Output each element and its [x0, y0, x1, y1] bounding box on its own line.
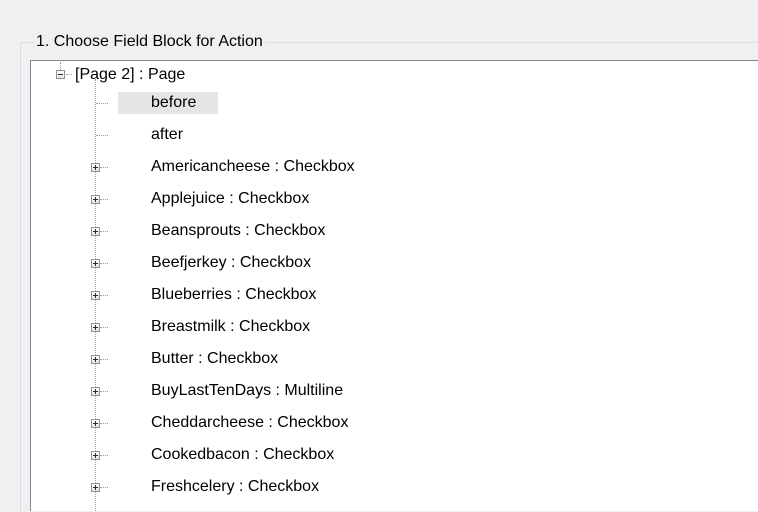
expand-icon[interactable]: [91, 323, 100, 332]
tree-connector: [100, 167, 108, 168]
expand-icon[interactable]: [91, 387, 100, 396]
tree-node-after[interactable]: after: [148, 124, 186, 146]
tree-connector: [100, 391, 108, 392]
tree-connector: [100, 327, 108, 328]
tree-connector: [100, 423, 108, 424]
expand-icon[interactable]: [91, 419, 100, 428]
expand-icon[interactable]: [91, 355, 100, 364]
tree-node-beansprouts[interactable]: Beansprouts : Checkbox: [148, 220, 328, 242]
tree-connector: [96, 135, 108, 136]
expand-icon[interactable]: [91, 451, 100, 460]
tree-node-buylasttendays[interactable]: BuyLastTenDays : Multiline: [148, 380, 346, 402]
expand-icon[interactable]: [91, 259, 100, 268]
field-block-tree[interactable]: [Page 2] : Page before after Americanchees…: [30, 60, 758, 511]
expand-icon[interactable]: [91, 195, 100, 204]
tree-node-breastmilk[interactable]: Breastmilk : Checkbox: [148, 316, 313, 338]
tree-node-cheddarcheese[interactable]: Cheddarcheese : Checkbox: [148, 412, 351, 434]
tree-connector: [100, 487, 108, 488]
tree-node-applejuice[interactable]: Applejuice : Checkbox: [148, 188, 312, 210]
tree-node-blueberries[interactable]: Blueberries : Checkbox: [148, 284, 319, 306]
tree-connector: [96, 103, 108, 104]
tree-connector: [100, 263, 108, 264]
tree-connector: [100, 455, 108, 456]
tree-connector: [100, 359, 108, 360]
tree-node-before[interactable]: before: [118, 92, 218, 114]
tree-node-freshcelery[interactable]: Freshcelery : Checkbox: [148, 476, 322, 498]
collapse-icon[interactable]: [56, 70, 65, 79]
tree-connector: [100, 199, 108, 200]
tree-node-americancheese[interactable]: Americancheese : Checkbox: [148, 156, 358, 178]
tree-node-beefjerkey[interactable]: Beefjerkey : Checkbox: [148, 252, 314, 274]
groupbox-title: 1. Choose Field Block for Action: [34, 32, 265, 52]
tree-node-butter[interactable]: Butter : Checkbox: [148, 348, 281, 370]
tree-node-cookedbacon[interactable]: Cookedbacon : Checkbox: [148, 444, 337, 466]
expand-icon[interactable]: [91, 483, 100, 492]
expand-icon[interactable]: [91, 163, 100, 172]
tree-connector: [100, 295, 108, 296]
tree-node-root[interactable]: [Page 2] : Page: [72, 64, 188, 86]
expand-icon[interactable]: [91, 291, 100, 300]
tree-connector: [100, 231, 108, 232]
expand-icon[interactable]: [91, 227, 100, 236]
